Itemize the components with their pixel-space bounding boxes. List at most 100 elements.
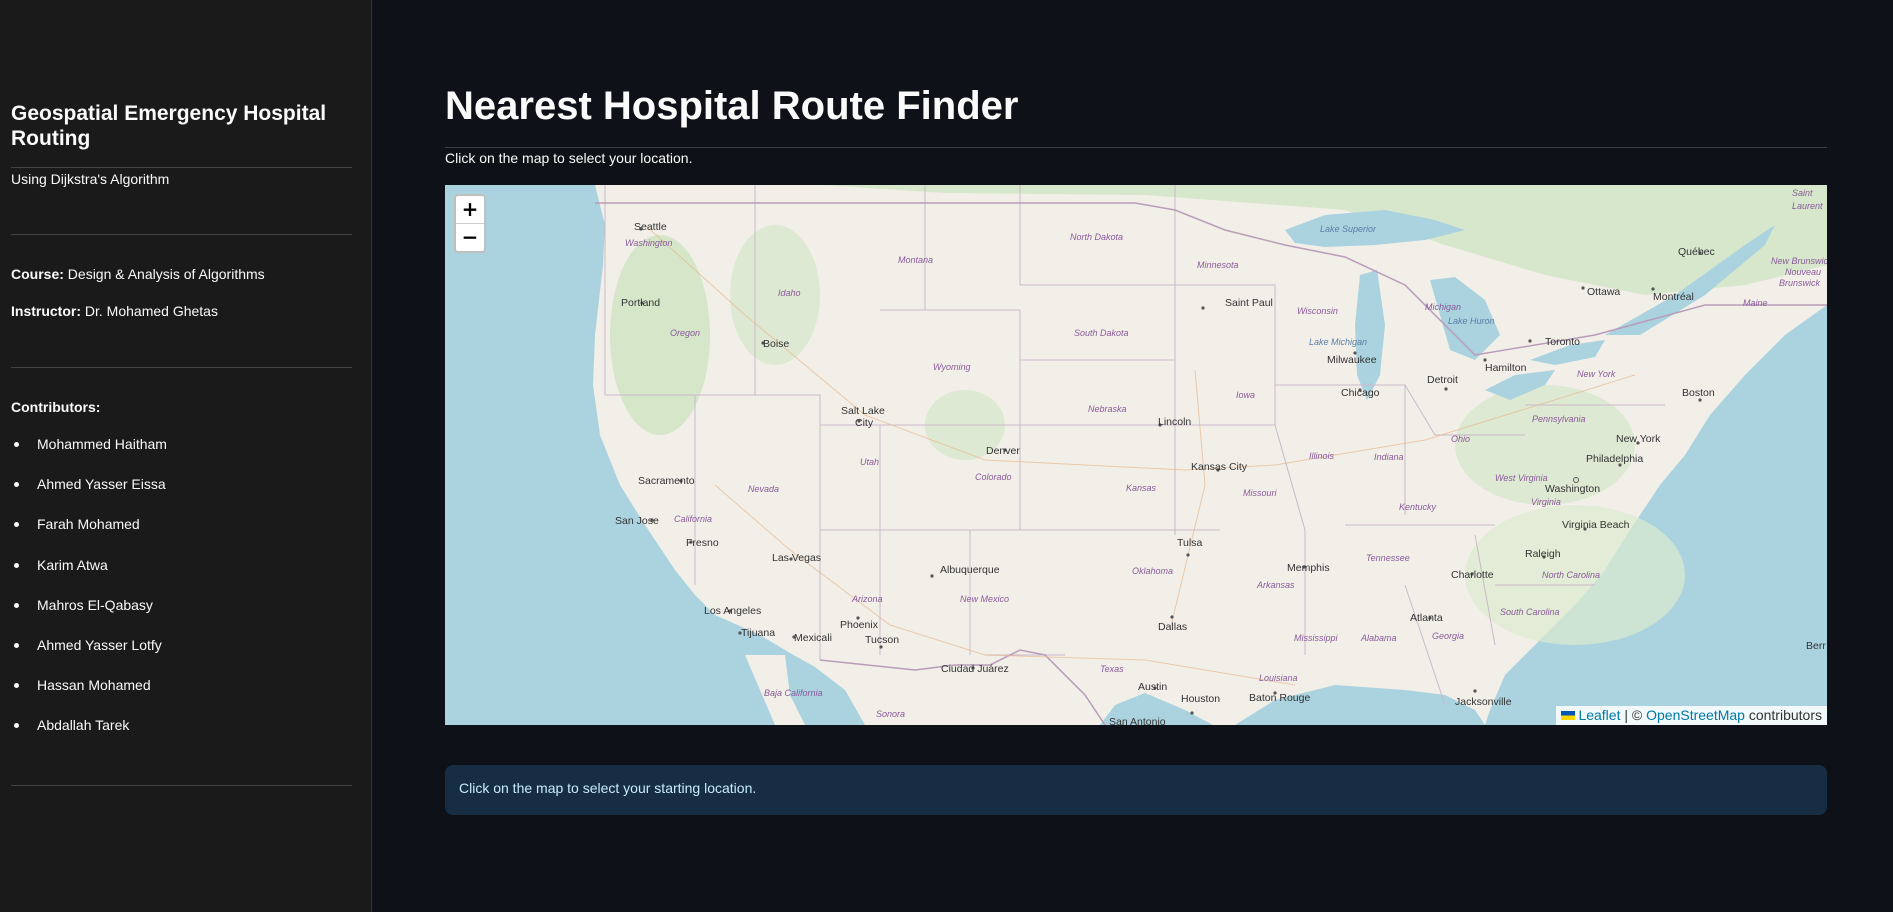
state-label: Alabama bbox=[1360, 633, 1397, 643]
state-label: Georgia bbox=[1432, 631, 1464, 641]
state-label: Baja California bbox=[764, 688, 823, 698]
list-item: Hassan Mohamed bbox=[11, 675, 167, 715]
course-line: Course: Design & Analysis of Algorithms bbox=[11, 266, 265, 282]
info-alert: Click on the map to select your starting… bbox=[445, 765, 1827, 815]
state-label: Ohio bbox=[1451, 434, 1470, 444]
state-label: Illinois bbox=[1309, 451, 1335, 461]
state-label: Utah bbox=[860, 457, 879, 467]
contributor-name: Karim Atwa bbox=[37, 556, 108, 573]
openstreetmap-link[interactable]: OpenStreetMap bbox=[1646, 707, 1745, 723]
city-label: Chicago bbox=[1341, 387, 1380, 399]
city-label: Baton Rouge bbox=[1249, 692, 1310, 704]
course-label: Course: bbox=[11, 266, 64, 282]
city-label: Montréal bbox=[1653, 291, 1694, 303]
city-label: Milwaukee bbox=[1327, 354, 1377, 366]
city-label: Kansas City bbox=[1191, 461, 1248, 473]
city-label: Berr bbox=[1806, 640, 1826, 652]
city-label: Washington bbox=[1545, 483, 1600, 495]
city-label: San Jose bbox=[615, 515, 659, 527]
list-item: Farah Mohamed bbox=[11, 514, 167, 554]
list-item: Ahmed Yasser Eissa bbox=[11, 474, 167, 514]
bullet-icon bbox=[14, 522, 19, 528]
city-label: Ottawa bbox=[1587, 286, 1620, 298]
city-label: Phoenix bbox=[840, 619, 879, 631]
bullet-icon bbox=[14, 723, 19, 729]
list-item: Karim Atwa bbox=[11, 555, 167, 595]
course-value: Design & Analysis of Algorithms bbox=[67, 266, 265, 282]
city-label: Boise bbox=[763, 338, 789, 350]
state-label: Kansas bbox=[1126, 483, 1157, 493]
bullet-icon bbox=[14, 482, 19, 488]
map-container[interactable]: Washington Oregon Idaho Montana Wyoming … bbox=[445, 185, 1827, 725]
state-label: South Dakota bbox=[1074, 328, 1129, 338]
state-label: Wyoming bbox=[933, 362, 971, 372]
city-label: Portland bbox=[621, 297, 660, 309]
water-label: Lake Michigan bbox=[1309, 337, 1367, 347]
state-label: Colorado bbox=[975, 472, 1012, 482]
instructor-label: Instructor: bbox=[11, 303, 81, 319]
page-title: Nearest Hospital Route Finder bbox=[445, 84, 1019, 128]
leaflet-link[interactable]: Leaflet bbox=[1578, 707, 1620, 723]
state-label: Idaho bbox=[778, 288, 801, 298]
map-instruction: Click on the map to select your location… bbox=[445, 150, 693, 166]
ukraine-flag-icon bbox=[1561, 711, 1576, 720]
city-label: Ciudad Juárez bbox=[941, 663, 1009, 675]
state-label: North Dakota bbox=[1070, 232, 1123, 242]
sidebar: Geospatial Emergency Hospital Routing Us… bbox=[0, 0, 372, 912]
city-label: Tucson bbox=[865, 634, 899, 646]
state-label: Maine bbox=[1743, 298, 1768, 308]
city-label: Jacksonville bbox=[1455, 696, 1512, 708]
map-tiles[interactable]: Washington Oregon Idaho Montana Wyoming … bbox=[445, 185, 1827, 725]
state-label: Pennsylvania bbox=[1532, 414, 1586, 424]
city-label: Sacramento bbox=[638, 475, 695, 487]
sidebar-divider bbox=[11, 785, 352, 786]
state-label: Montana bbox=[898, 255, 933, 265]
city-label: San Antonio bbox=[1109, 716, 1166, 725]
city-label: Charlotte bbox=[1451, 569, 1494, 581]
info-message: Click on the map to select your starting… bbox=[459, 780, 757, 796]
city-label: Detroit bbox=[1427, 374, 1458, 386]
state-label: Mississippi bbox=[1294, 633, 1339, 643]
bullet-icon bbox=[14, 602, 19, 608]
list-item: Ahmed Yasser Lotfy bbox=[11, 635, 167, 675]
city-label: Los Angeles bbox=[704, 605, 761, 617]
state-label: Nevada bbox=[748, 484, 779, 494]
state-label: Oklahoma bbox=[1132, 566, 1173, 576]
contributor-name: Mohammed Haitham bbox=[37, 436, 167, 452]
contributor-name: Farah Mohamed bbox=[37, 516, 140, 533]
list-item: Abdallah Tarek bbox=[11, 715, 167, 755]
instructor-line: Instructor: Dr. Mohamed Ghetas bbox=[11, 303, 218, 319]
contributor-name: Ahmed Yasser Lotfy bbox=[37, 636, 162, 653]
city-label: Memphis bbox=[1287, 562, 1330, 574]
sidebar-title: Geospatial Emergency Hospital Routing bbox=[11, 102, 327, 150]
list-item: Mahros El-Qabasy bbox=[11, 595, 167, 635]
instructor-value: Dr. Mohamed Ghetas bbox=[84, 303, 218, 319]
city-label: Raleigh bbox=[1525, 548, 1561, 560]
list-item: Mohammed Haitham bbox=[11, 434, 167, 474]
state-label: Washington bbox=[625, 238, 672, 248]
city-label: Austin bbox=[1138, 681, 1167, 693]
city-label: Mexicali bbox=[794, 632, 832, 644]
city-label: Houston bbox=[1181, 693, 1220, 705]
state-label: New Mexico bbox=[960, 594, 1009, 604]
bullet-icon bbox=[14, 442, 19, 447]
bullet-icon bbox=[14, 683, 19, 689]
state-label: California bbox=[674, 514, 712, 524]
contributor-name: Hassan Mohamed bbox=[37, 677, 151, 694]
city-label: Toronto bbox=[1545, 336, 1580, 348]
city-label: Denver bbox=[986, 445, 1020, 457]
state-label: Texas bbox=[1100, 664, 1124, 674]
city-label: New York bbox=[1616, 433, 1661, 445]
zoom-in-button[interactable]: + bbox=[456, 196, 484, 223]
city-label: Virginia Beach bbox=[1562, 519, 1630, 531]
state-label: Arkansas bbox=[1256, 580, 1295, 590]
zoom-out-button[interactable]: − bbox=[456, 223, 484, 251]
city-label: Lincoln bbox=[1158, 416, 1191, 428]
attribution-separator: | © bbox=[1620, 707, 1647, 723]
state-label: Tennessee bbox=[1366, 553, 1410, 563]
city-label: Saint Paul bbox=[1225, 297, 1273, 309]
app-root: Geospatial Emergency Hospital Routing Us… bbox=[0, 0, 1893, 912]
state-label: New York bbox=[1577, 369, 1616, 379]
state-label: New Brunswick bbox=[1771, 256, 1827, 266]
state-label: Wisconsin bbox=[1297, 306, 1338, 316]
